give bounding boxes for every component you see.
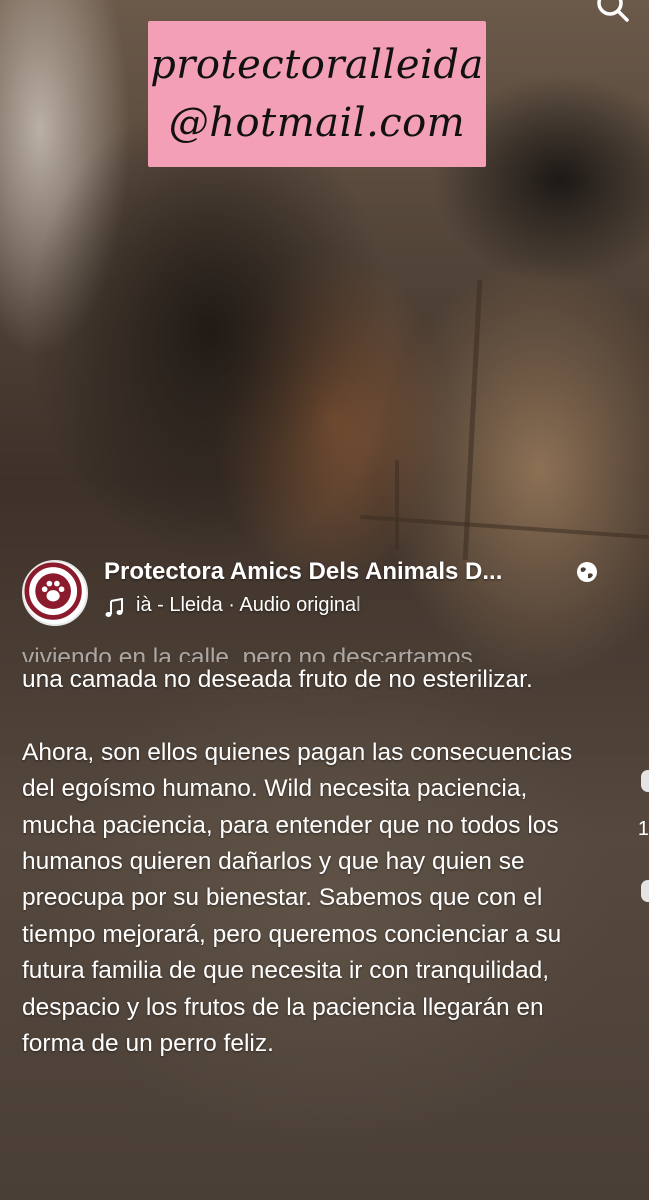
post-caption[interactable]: viviendo en la calle, pero no descartamo… [22, 640, 602, 1062]
email-sticker-line1: protectoralleida [150, 42, 484, 88]
audio-label: Audio origina [239, 594, 357, 616]
audio-label-tail: l [356, 594, 361, 616]
avatar[interactable] [22, 560, 88, 626]
caption-paragraph: una camada no deseada fruto de no esteri… [22, 666, 533, 693]
email-sticker: protectoralleida @hotmail.com [148, 21, 486, 167]
fence-post [462, 280, 483, 560]
music-note-icon [105, 598, 123, 617]
caption-paragraph: Ahora, son ellos quienes pagan las conse… [22, 738, 573, 1058]
fence-rail [360, 514, 649, 540]
side-action-button[interactable] [641, 880, 649, 902]
caption-partial-line: viviendo en la calle, pero no descartamo… [22, 640, 602, 662]
author-name[interactable]: Protectora Amics Dels Animals D... [104, 558, 502, 586]
email-sticker-line2: @hotmail.com [168, 100, 466, 146]
search-icon[interactable] [595, 0, 629, 22]
side-action-button[interactable] [641, 770, 649, 792]
paw-logo-icon [24, 562, 82, 620]
globe-icon [577, 562, 597, 582]
post-author-row: Protectora Amics Dels Animals D... ià - … [22, 556, 632, 626]
fence-post [395, 460, 399, 550]
audio-prefix: ià - Lleida · [136, 594, 240, 616]
audio-info[interactable]: ià - Lleida · Audio original [136, 594, 361, 617]
caption-partial-text: viviendo en la calle, pero no descartamo… [22, 643, 473, 662]
side-count: 1 [637, 818, 649, 840]
